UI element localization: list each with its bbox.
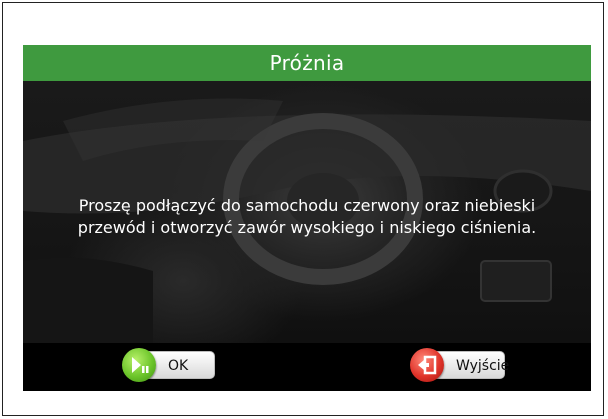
dialog-screen: Próżnia Proszę podłączyć do samochodu cz… — [23, 45, 591, 391]
play-pause-icon — [122, 348, 156, 382]
exit-button-label: Wyjście — [456, 358, 510, 374]
ok-button[interactable]: OK — [122, 348, 215, 382]
instruction-line-2: przewód i otworzyć zawór wysokiego i nis… — [77, 218, 537, 237]
ok-button-label: OK — [168, 358, 189, 374]
window-frame: Próżnia Proszę podłączyć do samochodu cz… — [2, 2, 604, 416]
exit-button[interactable]: Wyjście — [410, 348, 509, 382]
instruction-message: Proszę podłączyć do samochodu czerwony o… — [23, 195, 591, 239]
dialog-content: Proszę podłączyć do samochodu czerwony o… — [23, 81, 591, 343]
dialog-title: Próżnia — [23, 45, 591, 81]
instruction-line-1: Proszę podłączyć do samochodu czerwony o… — [78, 196, 536, 215]
exit-door-icon — [410, 348, 444, 382]
button-bar: OK Wyjście — [23, 343, 591, 391]
